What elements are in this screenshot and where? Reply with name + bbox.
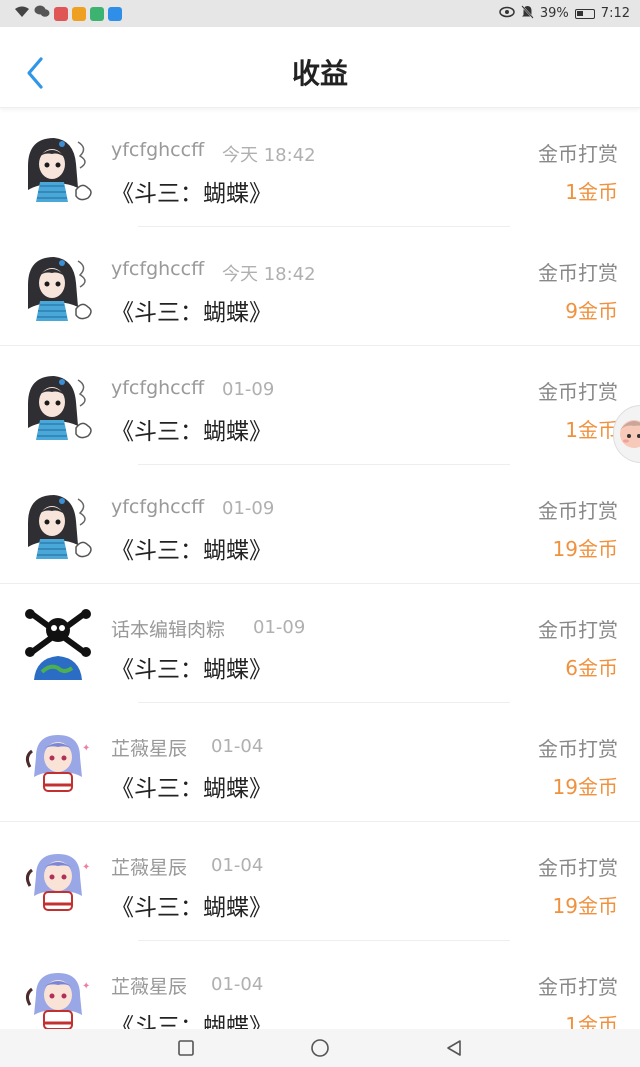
svg-text:✦: ✦ (82, 862, 90, 873)
income-type: 金币打赏 (538, 856, 618, 880)
username: yfcfghccff (111, 496, 205, 518)
status-bar-left (14, 5, 122, 22)
wechat-icon (34, 5, 50, 22)
timestamp: 01-04 (211, 974, 264, 995)
username: yfcfghccff (111, 258, 205, 280)
income-type: 金币打赏 (538, 261, 618, 285)
username: 话本编辑肉粽 (111, 619, 226, 641)
income-row[interactable]: yfcfghccff 01-09 《斗三：蝴蝶》 金币打赏 1金币 (0, 346, 640, 465)
avatar[interactable] (22, 370, 94, 442)
recents-button[interactable] (175, 1037, 197, 1059)
avatar[interactable] (22, 251, 94, 323)
username: yfcfghccff (111, 139, 205, 161)
income-list: yfcfghccff 今天 18:42 《斗三：蝴蝶》 金币打赏 1金币 yfcfghcc… (0, 108, 640, 1060)
svg-text:✦: ✦ (82, 981, 90, 992)
avatar[interactable]: ✦ (22, 965, 94, 1037)
avatar[interactable] (22, 489, 94, 561)
coin-amount: 19金币 (552, 537, 618, 561)
timestamp: 今天 18:42 (222, 264, 316, 285)
battery-percent: 39% (539, 6, 569, 21)
timestamp: 01-09 (222, 498, 275, 519)
avatar[interactable]: ✦ (22, 846, 94, 918)
book-title: 《斗三：蝴蝶》 (111, 657, 272, 683)
back-nav-button[interactable] (443, 1037, 465, 1059)
income-type: 金币打赏 (538, 499, 618, 523)
wifi-icon (14, 5, 30, 22)
coin-amount: 19金币 (552, 775, 618, 799)
income-row[interactable]: ✦ 芷薇星辰 01-04 《斗三：蝴蝶》 金币打赏 19金币 (0, 822, 640, 941)
eye-icon (499, 6, 515, 22)
username: yfcfghccff (111, 377, 205, 399)
book-title: 《斗三：蝴蝶》 (111, 895, 272, 921)
coin-amount: 6金币 (565, 656, 618, 680)
clock: 7:12 (600, 6, 630, 21)
book-title: 《斗三：蝴蝶》 (111, 300, 272, 326)
status-bar: 39% 7:12 (0, 0, 640, 27)
coin-amount: 1金币 (565, 180, 618, 204)
timestamp: 01-04 (211, 855, 264, 876)
home-button[interactable] (309, 1037, 331, 1059)
weibo-icon (72, 6, 86, 21)
income-type: 金币打赏 (538, 737, 618, 761)
app-header: 收益 (0, 27, 640, 108)
app-notification-icon (108, 6, 122, 21)
battery-icon (574, 8, 595, 19)
book-title: 《斗三：蝴蝶》 (111, 181, 272, 207)
mute-bell-icon (521, 4, 534, 23)
avatar[interactable]: ✦ (22, 727, 94, 799)
timestamp: 今天 18:42 (222, 145, 316, 166)
income-type: 金币打赏 (538, 142, 618, 166)
book-title: 《斗三：蝴蝶》 (111, 776, 272, 802)
income-row[interactable]: yfcfghccff 01-09 《斗三：蝴蝶》 金币打赏 19金币 (0, 465, 640, 584)
system-nav-bar (0, 1029, 640, 1067)
triangle-back-icon (447, 1040, 461, 1056)
app-notification-icon (90, 6, 104, 21)
square-icon (178, 1040, 194, 1056)
username: 芷薇星辰 (111, 976, 188, 998)
username: 芷薇星辰 (111, 857, 188, 879)
coin-amount: 19金币 (552, 894, 618, 918)
status-bar-right: 39% 7:12 (499, 4, 630, 23)
book-title: 《斗三：蝴蝶》 (111, 419, 272, 445)
username: 芷薇星辰 (111, 738, 188, 760)
app-notification-icon (54, 6, 68, 21)
circle-icon (311, 1039, 329, 1057)
income-row[interactable]: ✦ 芷薇星辰 01-04 《斗三：蝴蝶》 金币打赏 19金币 (0, 703, 640, 822)
timestamp: 01-09 (253, 617, 306, 638)
income-type: 金币打赏 (538, 975, 618, 999)
coin-amount: 1金币 (565, 418, 618, 442)
avatar[interactable] (22, 132, 94, 204)
income-row[interactable]: yfcfghccff 今天 18:42 《斗三：蝴蝶》 金币打赏 9金币 (0, 227, 640, 346)
page-title: 收益 (291, 57, 348, 90)
income-row[interactable]: yfcfghccff 今天 18:42 《斗三：蝴蝶》 金币打赏 1金币 (0, 108, 640, 227)
income-type: 金币打赏 (538, 618, 618, 642)
svg-text:✦: ✦ (82, 743, 90, 754)
book-title: 《斗三：蝴蝶》 (111, 538, 272, 564)
income-type: 金币打赏 (538, 380, 618, 404)
income-row[interactable]: 话本编辑肉粽 01-09 《斗三：蝴蝶》 金币打赏 6金币 (0, 584, 640, 703)
avatar[interactable] (22, 608, 94, 680)
coin-amount: 9金币 (565, 299, 618, 323)
timestamp: 01-09 (222, 379, 275, 400)
timestamp: 01-04 (211, 736, 264, 757)
